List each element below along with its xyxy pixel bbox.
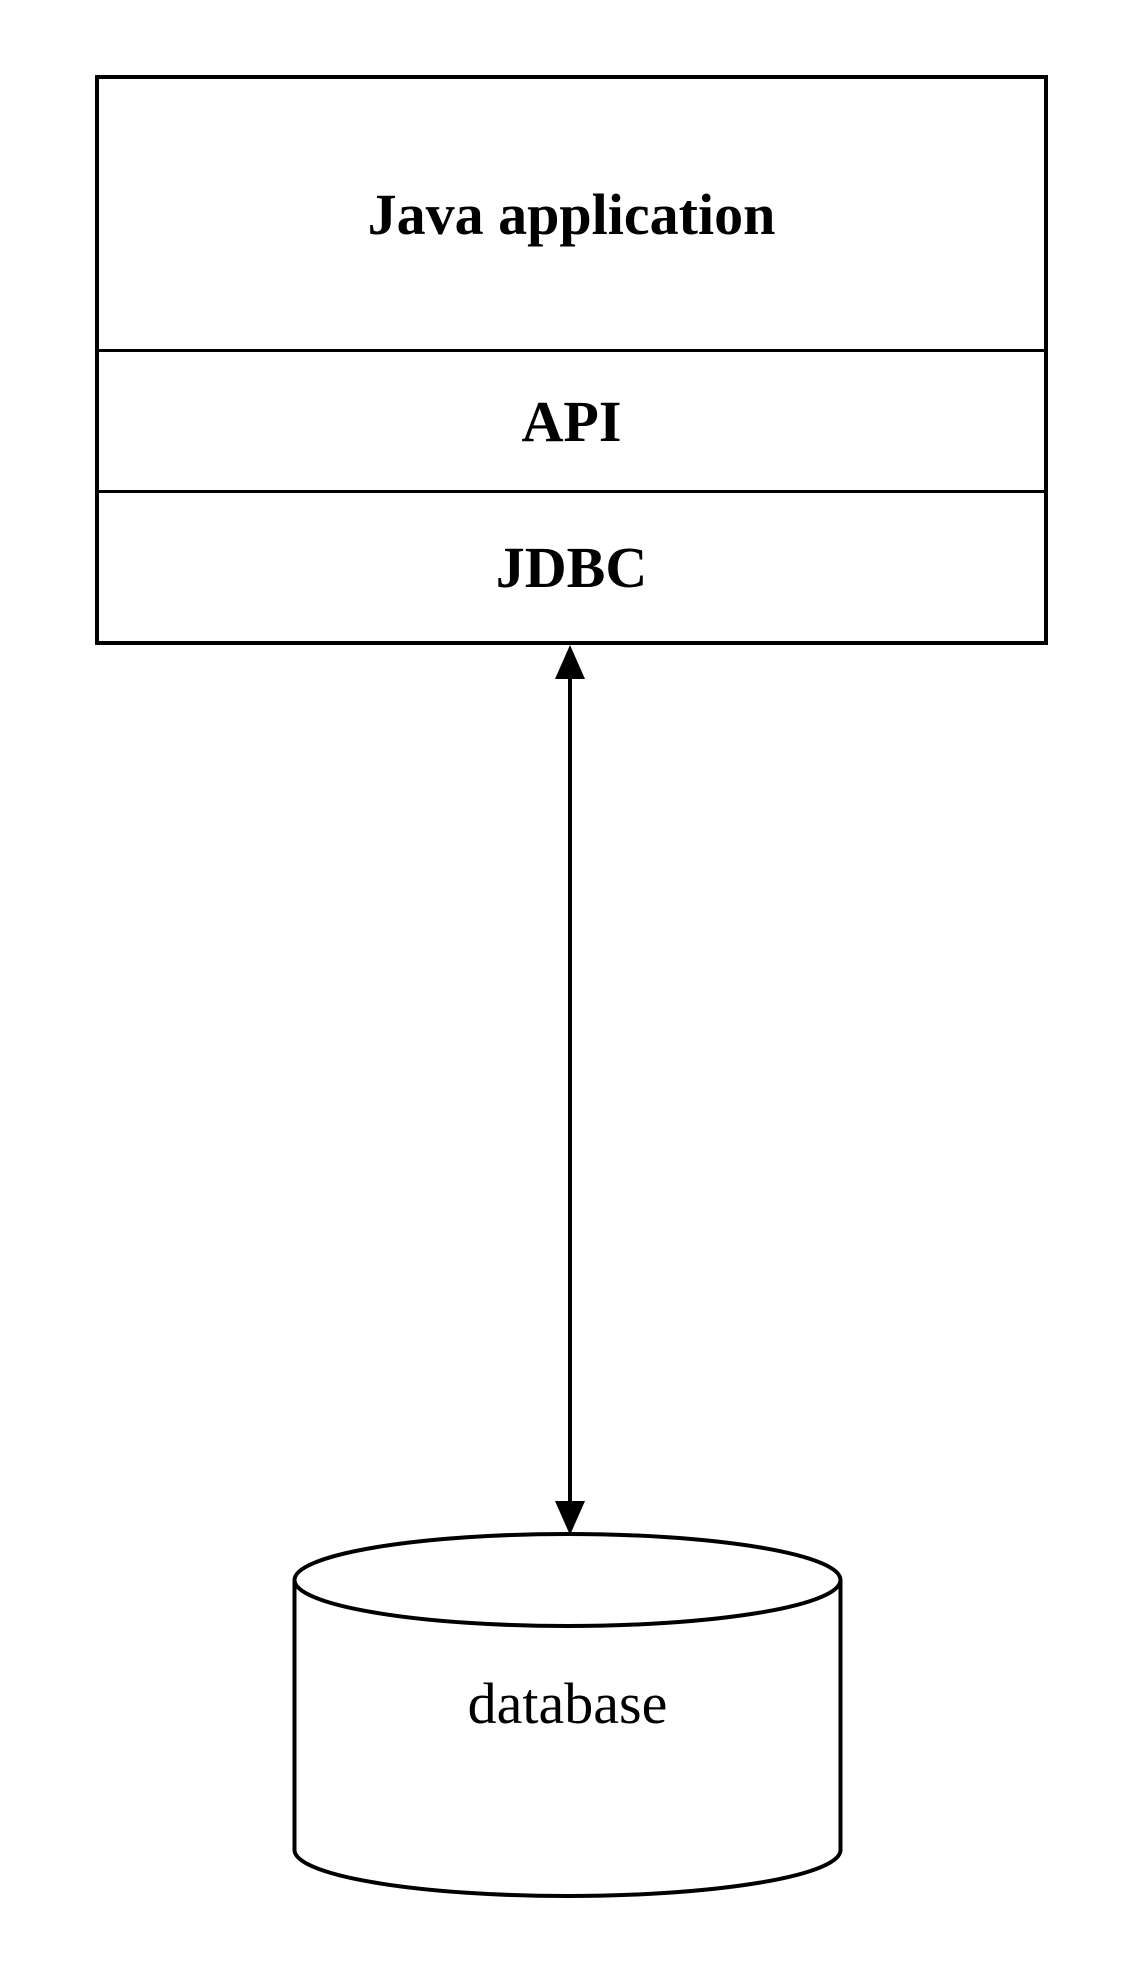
- bidirectional-arrow-icon: [545, 645, 595, 1535]
- architecture-stack: Java application API JDBC: [95, 75, 1048, 645]
- layer-java-application: Java application: [99, 79, 1044, 352]
- layer-api: API: [99, 352, 1044, 493]
- jdbc-label: JDBC: [496, 534, 647, 601]
- api-label: API: [522, 388, 622, 455]
- database-cylinder: database: [290, 1530, 845, 1900]
- database-label: database: [290, 1670, 845, 1737]
- java-application-label: Java application: [368, 181, 776, 248]
- layer-jdbc: JDBC: [99, 493, 1044, 641]
